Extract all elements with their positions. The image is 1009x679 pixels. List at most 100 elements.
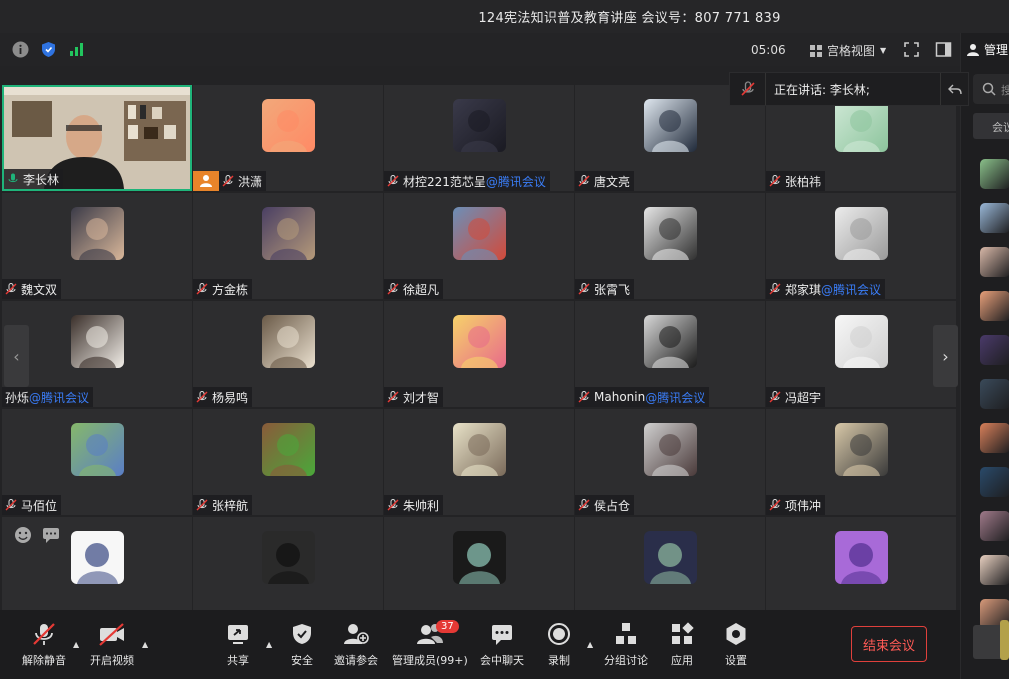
settings-button[interactable]: 设置 — [724, 622, 748, 668]
info-icon[interactable] — [12, 41, 29, 58]
participant-name-tag: 张梓航 — [193, 495, 253, 515]
share-options-caret[interactable]: ▲ — [266, 640, 272, 649]
next-page-button[interactable]: › — [933, 325, 958, 387]
participant-name: 洪潇 — [238, 174, 263, 189]
apps-button[interactable]: 应用 — [670, 622, 694, 668]
participant-name: 徐超凡 — [403, 282, 440, 297]
member-avatar[interactable] — [980, 247, 1009, 277]
mic-active-icon — [8, 173, 18, 183]
member-avatar[interactable] — [980, 159, 1009, 189]
participant-tile[interactable]: 郑家琪 @腾讯会议 — [766, 193, 956, 299]
security-button[interactable]: 安全 — [290, 622, 314, 668]
participant-tile[interactable]: Mahonin @腾讯会议 — [575, 301, 765, 407]
mic-muted-icon — [578, 175, 590, 187]
signal-icon[interactable] — [68, 41, 85, 58]
participant-name: 张柏祎 — [785, 174, 822, 189]
view-selector[interactable]: 宫格视图 ▼ — [810, 42, 886, 59]
participant-name-tag: Mahonin @腾讯会议 — [575, 387, 710, 407]
unmute-button[interactable]: 解除静音 — [22, 622, 66, 668]
participant-suffix: @腾讯会议 — [645, 390, 706, 405]
chat-button[interactable]: 会中聊天 — [480, 622, 524, 668]
mic-muted-icon — [578, 499, 590, 511]
participant-tile[interactable]: 项伟冲 — [766, 409, 956, 515]
participant-tile[interactable]: 朱帅利 — [384, 409, 574, 515]
mic-muted-icon — [769, 175, 781, 187]
participant-name-tag: 方金栋 — [193, 279, 253, 299]
participant-name: 侯占仓 — [594, 498, 631, 513]
start-video-button[interactable]: 开启视频 — [90, 622, 134, 668]
audio-options-caret[interactable]: ▲ — [73, 640, 79, 649]
member-avatar[interactable] — [980, 423, 1009, 453]
fullscreen-icon[interactable] — [903, 41, 920, 58]
record-button[interactable]: 录制 — [547, 622, 571, 668]
prev-page-button[interactable]: ‹ — [4, 325, 29, 387]
participant-tile[interactable]: 方金栋 — [193, 193, 383, 299]
chevron-right-icon: › — [942, 346, 949, 366]
participant-name-tag: 魏文双 — [2, 279, 62, 299]
unmute-label: 解除静音 — [22, 654, 66, 667]
participant-tile[interactable] — [384, 517, 574, 610]
member-avatar[interactable] — [980, 511, 1009, 541]
emoji-icon[interactable] — [14, 526, 32, 544]
participant-tile[interactable]: 杨易鸣 — [193, 301, 383, 407]
members-count-badge: 37 — [436, 620, 459, 633]
participant-name: 李长林 — [23, 172, 60, 187]
participant-tile[interactable]: 魏文双 — [2, 193, 192, 299]
avatar — [71, 423, 124, 476]
member-avatar[interactable] — [980, 203, 1009, 233]
record-options-caret[interactable]: ▲ — [587, 640, 593, 649]
shield-icon[interactable] — [40, 41, 57, 58]
participant-suffix: @腾讯会议 — [485, 174, 546, 189]
panel-scrollbar[interactable] — [1000, 620, 1009, 660]
share-button[interactable]: 共享 — [226, 622, 250, 668]
participant-tile[interactable]: 张梓航 — [193, 409, 383, 515]
member-search-placeholder: 搜 — [1001, 84, 1009, 97]
mic-muted-icon — [196, 283, 208, 295]
participant-name: 项伟冲 — [785, 498, 822, 513]
record-icon — [548, 623, 570, 645]
participant-tile[interactable]: 张霄飞 — [575, 193, 765, 299]
sidebar-toggle-icon[interactable] — [935, 41, 952, 58]
participant-name: 冯超宇 — [785, 390, 822, 405]
video-options-caret[interactable]: ▲ — [142, 640, 148, 649]
settings-label: 设置 — [725, 654, 747, 667]
invite-button[interactable]: 邀请参会 — [334, 622, 378, 668]
participant-tile[interactable]: 冯超宇 — [766, 301, 956, 407]
participant-tile[interactable]: 马佰位 — [2, 409, 192, 515]
end-meeting-button[interactable]: 结束会议 — [851, 626, 927, 662]
video-label: 开启视频 — [90, 654, 134, 667]
share-screen-icon — [228, 625, 248, 644]
member-avatar[interactable] — [980, 555, 1009, 585]
participant-name-tag: 项伟冲 — [766, 495, 826, 515]
participant-tile[interactable]: 侯占仓 — [575, 409, 765, 515]
comment-icon[interactable] — [42, 526, 60, 544]
participant-tile[interactable]: 李长林 — [2, 85, 192, 191]
participant-tile[interactable]: 洪潇 — [193, 85, 383, 191]
participant-tile[interactable] — [766, 517, 956, 610]
breakout-rooms-icon — [616, 623, 636, 644]
participant-tile[interactable]: 徐超凡 — [384, 193, 574, 299]
mic-muted-icon — [387, 175, 399, 187]
member-avatar[interactable] — [980, 467, 1009, 497]
mic-muted-icon — [730, 73, 766, 105]
mic-muted-icon — [5, 283, 17, 295]
member-avatar[interactable] — [980, 335, 1009, 365]
participant-tile[interactable]: 材控221范芯呈 @腾讯会议 — [384, 85, 574, 191]
member-search-input[interactable]: 搜 — [973, 74, 1009, 104]
participant-tile[interactable]: 刘才智 — [384, 301, 574, 407]
avatar — [835, 207, 888, 260]
participant-tile[interactable]: 孙烁 @腾讯会议 — [2, 301, 192, 407]
avatar — [453, 423, 506, 476]
collapse-icon[interactable] — [940, 73, 968, 105]
member-avatar[interactable] — [980, 379, 1009, 409]
member-avatar[interactable] — [980, 291, 1009, 321]
reaction-bar — [14, 526, 60, 544]
meeting-tab[interactable]: 会议 — [973, 113, 1009, 139]
participant-tile[interactable] — [193, 517, 383, 610]
avatar — [453, 207, 506, 260]
participant-name: Mahonin — [594, 390, 646, 404]
participant-tile[interactable] — [575, 517, 765, 610]
video-grid: 李长林 洪潇 材控221范芯呈 @腾讯会议 唐文亮 张柏祎 魏文双 方金栋 徐超凡 张霄飞 郑家琪 @… — [2, 85, 958, 610]
speaking-indicator: 正在讲话: 李长林; — [729, 72, 969, 106]
breakout-button[interactable]: 分组讨论 — [604, 622, 648, 668]
